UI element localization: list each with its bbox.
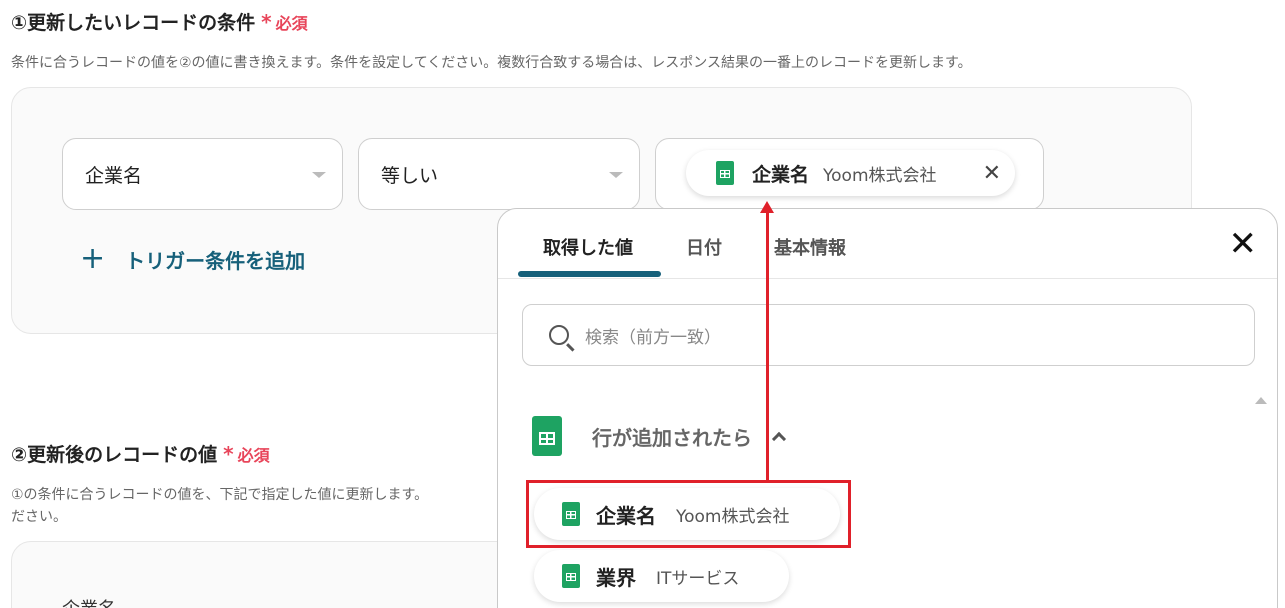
caret-down-icon — [609, 172, 623, 178]
required-star: * — [261, 9, 272, 34]
tab-basic-info[interactable]: 基本情報 — [774, 234, 846, 260]
active-tab-indicator — [518, 271, 661, 277]
list-item[interactable]: 業界 ITサービス — [534, 550, 789, 602]
value-picker-panel: 取得した値 日付 基本情報 ✕ 検索（前方一致） 行が追加されたら 企業名 Yo… — [497, 208, 1278, 608]
add-trigger-label: トリガー条件を追加 — [125, 248, 306, 273]
section1-title-text: ①更新したいレコードの条件 — [11, 12, 256, 34]
section2-description-line1: ①の条件に合うレコードの値を、下記で指定した値に更新します。 — [11, 487, 429, 503]
group-header[interactable]: 行が追加されたら — [532, 416, 787, 456]
chevron-up-icon[interactable] — [771, 431, 787, 447]
scroll-up-icon[interactable] — [1255, 397, 1267, 404]
search-placeholder: 検索（前方一致） — [585, 327, 721, 348]
field-select-value: 企業名 — [85, 164, 143, 187]
add-trigger-condition-button[interactable]: + トリガー条件を追加 — [80, 244, 305, 274]
item-label: 業界 — [596, 565, 636, 590]
item-value: ITサービス — [656, 568, 740, 589]
required-star: * — [223, 441, 234, 466]
required-label: 必須 — [237, 445, 270, 465]
spreadsheet-icon — [532, 416, 562, 456]
group-title: 行が追加されたら — [592, 425, 752, 450]
chip-value: Yoom株式会社 — [823, 165, 937, 186]
spreadsheet-icon — [562, 564, 580, 588]
field-select[interactable]: 企業名 — [62, 138, 343, 210]
search-input[interactable]: 検索（前方一致） — [522, 304, 1255, 366]
caret-down-icon — [312, 172, 326, 178]
section2-description-line2: ださい。 — [11, 509, 67, 525]
operator-select[interactable]: 等しい — [358, 138, 640, 210]
operator-select-value: 等しい — [381, 164, 439, 187]
arrow-up-icon — [760, 201, 774, 213]
field-label: 企業名 — [62, 595, 116, 608]
update-values-box: 企業名 — [11, 541, 531, 608]
section1-title: ①更新したいレコードの条件 * 必須 — [11, 8, 308, 35]
section2-title-text: ②更新後のレコードの値 — [11, 444, 218, 466]
chip-label: 企業名 — [752, 163, 810, 186]
annotation-arrow-line — [766, 212, 769, 480]
close-icon[interactable]: ✕ — [983, 161, 1001, 186]
section2-description: ①の条件に合うレコードの値を、下記で指定した値に更新します。 ださい。 — [11, 484, 428, 528]
section1-description: 条件に合うレコードの値を②の値に書き換えます。条件を設定してください。複数行合致… — [11, 55, 972, 71]
tab-bar: 取得した値 日付 基本情報 — [498, 209, 1277, 279]
search-icon — [549, 325, 569, 345]
plus-icon: + — [80, 241, 106, 276]
value-chip[interactable]: 企業名 Yoom株式会社 ✕ — [686, 150, 1015, 196]
required-label: 必須 — [275, 13, 308, 33]
tab-date[interactable]: 日付 — [686, 234, 722, 260]
section2-title: ②更新後のレコードの値 * 必須 — [11, 440, 270, 467]
spreadsheet-icon — [716, 161, 734, 185]
close-icon[interactable]: ✕ — [1229, 227, 1258, 261]
tab-acquired-values[interactable]: 取得した値 — [543, 234, 633, 260]
annotation-highlight-box — [526, 480, 851, 548]
